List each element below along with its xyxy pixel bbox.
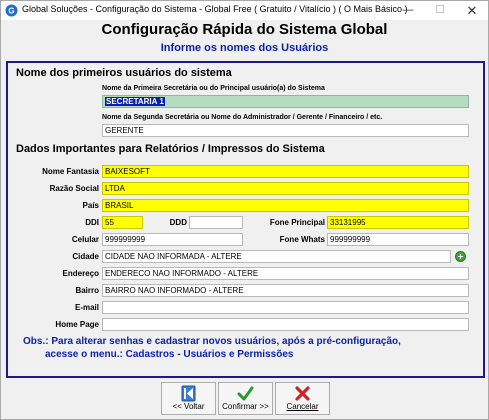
fone-whats-input[interactable]: 999999999 [327, 233, 469, 246]
minimize-button[interactable]: — [393, 1, 423, 20]
app-logo-icon: G [5, 4, 18, 17]
bairro-input[interactable]: BAIRRO NAO INFORMADO - ALTERE [102, 284, 469, 297]
razao-social-input[interactable]: LTDA [102, 182, 469, 195]
plus-circle-icon[interactable] [455, 251, 466, 262]
svg-text:G: G [8, 7, 14, 16]
config-window: G Global Soluções - Configuração do Sist… [0, 0, 489, 420]
users-section-title: Nome dos primeiros usuários do sistema [16, 67, 232, 79]
window-title: Global Soluções - Configuração do Sistem… [22, 4, 408, 14]
obs-line-1: Obs.: Para alterar senhas e cadastrar no… [23, 336, 401, 347]
cidade-input[interactable]: CIDADE NAO INFORMADA - ALTERE [102, 250, 451, 263]
first-user-value: SECRETARIA 1 [105, 97, 165, 106]
page-subtitle: Informe os nomes dos Usuários [160, 42, 329, 54]
page-title: Configuração Rápida do Sistema Global [101, 21, 388, 38]
celular-input[interactable]: 999999999 [102, 233, 243, 246]
nome-fantasia-label: Nome Fantasia [42, 167, 99, 176]
close-button[interactable]: ✕ [457, 1, 487, 20]
bairro-label: Bairro [75, 286, 99, 295]
second-user-input[interactable]: GERENTE [102, 124, 469, 137]
cancelar-label: Cancelar [286, 402, 319, 411]
email-input[interactable] [102, 301, 469, 314]
pais-label: País [82, 201, 99, 210]
maximize-button[interactable]: ☐ [425, 1, 455, 20]
ddd-label: DDD [169, 218, 187, 227]
homepage-input[interactable] [102, 318, 469, 331]
endereco-input[interactable]: ENDERECO NAO INFORMADO - ALTERE [102, 267, 469, 280]
first-user-input[interactable]: SECRETARIA 1 [102, 95, 469, 108]
endereco-label: Endereço [62, 269, 99, 278]
voltar-button[interactable]: << Voltar [161, 382, 216, 415]
celular-label: Celular [71, 235, 99, 244]
obs-line-2: acesse o menu.: Cadastros - Usuários e P… [45, 349, 294, 360]
pais-input[interactable]: BRASIL [102, 199, 469, 212]
voltar-label: << Voltar [172, 402, 205, 411]
confirmar-button[interactable]: Confirmar >> [218, 382, 273, 415]
checkmark-icon [237, 386, 254, 401]
obs-note: Obs.: Para alterar senhas e cadastrar no… [23, 335, 478, 361]
second-user-label: Nome da Segunda Secretária ou Nome do Ad… [102, 114, 383, 121]
first-user-label: Nome da Primeira Secretária ou do Princi… [102, 85, 325, 92]
fone-principal-input[interactable]: 33131995 [327, 216, 469, 229]
x-mark-icon [295, 386, 310, 401]
fone-principal-label: Fone Principal [269, 218, 325, 227]
title-bar: G Global Soluções - Configuração do Sist… [1, 1, 488, 20]
homepage-label: Home Page [55, 320, 99, 329]
report-section-title: Dados Importantes para Relatórios / Impr… [16, 143, 325, 155]
ddd-input[interactable] [189, 216, 243, 229]
email-label: E-mail [74, 303, 99, 312]
cancelar-button[interactable]: Cancelar [275, 382, 330, 415]
nome-fantasia-input[interactable]: BAIXESOFT [102, 165, 469, 178]
ddi-input[interactable]: 55 [102, 216, 143, 229]
fone-whats-label: Fone Whats [279, 235, 325, 244]
confirmar-label: Confirmar >> [222, 402, 269, 411]
razao-social-label: Razão Social [49, 184, 99, 193]
ddi-label: DDI [85, 218, 99, 227]
cidade-label: Cidade [72, 252, 99, 261]
back-arrow-icon [181, 385, 196, 402]
